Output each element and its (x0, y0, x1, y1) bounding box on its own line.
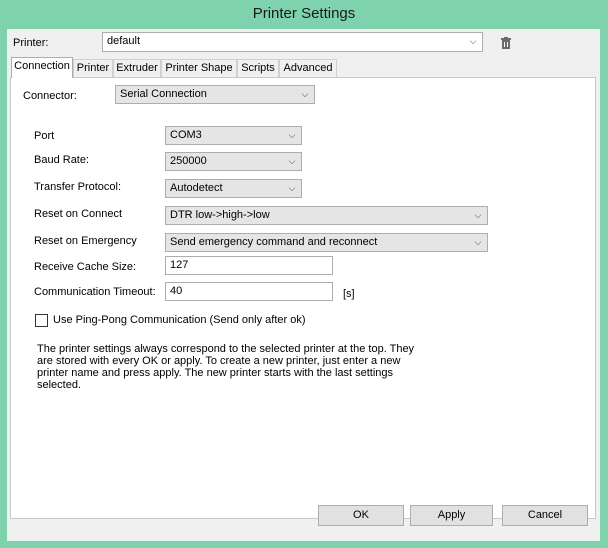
tab-printer-shape[interactable]: Printer Shape (161, 59, 237, 77)
transfer-protocol-label: Transfer Protocol: (34, 181, 122, 193)
connection-panel: Connector: Serial Connection ⌵ Port COM3… (10, 77, 596, 519)
transfer-protocol-select-value: Autodetect (170, 182, 223, 194)
dialog-client-area: Printer: default ⌵ Connection Printer Ex… (7, 29, 600, 541)
tab-scripts[interactable]: Scripts (237, 59, 279, 77)
cancel-button[interactable]: Cancel (502, 505, 588, 526)
baud-rate-select-value: 250000 (170, 155, 207, 167)
chevron-down-icon: ⌵ (288, 130, 296, 140)
reset-on-connect-select[interactable]: DTR low->high->low ⌵ (165, 206, 488, 225)
connector-select-value: Serial Connection (120, 88, 207, 100)
chevron-down-icon: ⌵ (301, 89, 309, 99)
chevron-down-icon: ⌵ (288, 183, 296, 193)
reset-on-connect-label: Reset on Connect (34, 208, 123, 220)
window-title: Printer Settings (252, 5, 356, 22)
ping-pong-checkbox[interactable] (35, 314, 48, 327)
port-select-value: COM3 (170, 129, 202, 141)
chevron-down-icon: ⌵ (474, 237, 482, 247)
printer-settings-info-text: The printer settings always correspond t… (37, 343, 415, 391)
tab-printer[interactable]: Printer (73, 59, 113, 77)
printer-select-value: default (107, 35, 141, 47)
ping-pong-label: Use Ping-Pong Communication (Send only a… (53, 314, 306, 326)
printer-settings-window: Printer Settings Printer: default ⌵ Conn… (0, 0, 608, 548)
printer-select[interactable]: default ⌵ (102, 32, 483, 52)
timeout-unit-label: [s] (343, 288, 355, 300)
receive-cache-size-label: Receive Cache Size: (34, 261, 137, 273)
trash-icon[interactable] (501, 37, 511, 49)
ok-button[interactable]: OK (318, 505, 404, 526)
reset-on-emergency-select-value: Send emergency command and reconnect (170, 236, 378, 248)
tab-advanced[interactable]: Advanced (279, 59, 337, 77)
reset-on-emergency-label: Reset on Emergency (34, 235, 137, 247)
printer-label: Printer: (13, 37, 49, 49)
chevron-down-icon: ⌵ (469, 36, 477, 46)
connector-label: Connector: (23, 90, 77, 102)
chevron-down-icon: ⌵ (288, 156, 296, 166)
reset-on-emergency-select[interactable]: Send emergency command and reconnect ⌵ (165, 233, 488, 252)
communication-timeout-input[interactable]: 40 (165, 282, 333, 301)
reset-on-connect-select-value: DTR low->high->low (170, 209, 270, 221)
tab-extruder[interactable]: Extruder (113, 59, 161, 77)
apply-button[interactable]: Apply (410, 505, 493, 526)
chevron-down-icon: ⌵ (474, 210, 482, 220)
tab-connection[interactable]: Connection (11, 57, 73, 78)
baud-rate-select[interactable]: 250000 ⌵ (165, 152, 302, 171)
communication-timeout-label: Communication Timeout: (34, 286, 156, 298)
port-label: Port (34, 130, 55, 142)
receive-cache-size-input[interactable]: 127 (165, 256, 333, 275)
connector-select[interactable]: Serial Connection ⌵ (115, 85, 315, 104)
transfer-protocol-select[interactable]: Autodetect ⌵ (165, 179, 302, 198)
baud-rate-label: Baud Rate: (34, 154, 90, 166)
port-select[interactable]: COM3 ⌵ (165, 126, 302, 145)
